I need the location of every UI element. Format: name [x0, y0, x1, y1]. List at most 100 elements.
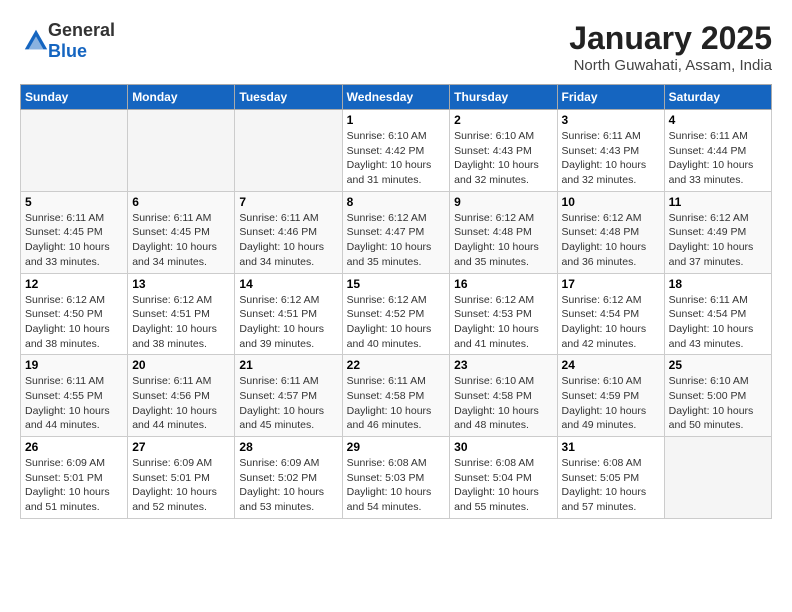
day-number: 13	[132, 277, 230, 291]
weekday-header-wednesday: Wednesday	[342, 85, 450, 110]
calendar-cell: 22 Sunrise: 6:11 AMSunset: 4:58 PMDayligh…	[342, 355, 450, 437]
logo-general: General	[48, 20, 115, 40]
day-number: 11	[669, 195, 767, 209]
calendar-cell: 26 Sunrise: 6:09 AMSunset: 5:01 PMDayligh…	[21, 437, 128, 519]
day-number: 5	[25, 195, 123, 209]
calendar-cell	[128, 110, 235, 192]
calendar-cell: 31 Sunrise: 6:08 AMSunset: 5:05 PMDayligh…	[557, 437, 664, 519]
day-number: 3	[562, 113, 660, 127]
calendar-cell: 11Sunrise: 6:12 AMSunset: 4:49 PMDayligh…	[664, 191, 771, 273]
day-info: Sunrise: 6:12 AMSunset: 4:52 PMDaylight:…	[347, 293, 446, 352]
calendar-cell: 13Sunrise: 6:12 AMSunset: 4:51 PMDayligh…	[128, 273, 235, 355]
day-number: 16	[454, 277, 552, 291]
day-info: Sunrise: 6:12 AMSunset: 4:50 PMDaylight:…	[25, 293, 123, 352]
day-info: Sunrise: 6:09 AMSunset: 5:02 PMDaylight:…	[239, 456, 337, 515]
day-number: 31	[562, 440, 660, 454]
day-number: 10	[562, 195, 660, 209]
calendar-cell: 4 Sunrise: 6:11 AMSunset: 4:44 PMDaylight…	[664, 110, 771, 192]
day-info: Sunrise: 6:10 AMSunset: 4:59 PMDaylight:…	[562, 374, 660, 433]
calendar-cell	[664, 437, 771, 519]
day-info: Sunrise: 6:12 AMSunset: 4:51 PMDaylight:…	[239, 293, 337, 352]
day-number: 22	[347, 358, 446, 372]
day-info: Sunrise: 6:09 AMSunset: 5:01 PMDaylight:…	[132, 456, 230, 515]
day-info: Sunrise: 6:10 AMSunset: 4:43 PMDaylight:…	[454, 129, 552, 188]
day-number: 1	[347, 113, 446, 127]
day-info: Sunrise: 6:10 AMSunset: 4:58 PMDaylight:…	[454, 374, 552, 433]
calendar-cell: 6 Sunrise: 6:11 AMSunset: 4:45 PMDaylight…	[128, 191, 235, 273]
day-info: Sunrise: 6:09 AMSunset: 5:01 PMDaylight:…	[25, 456, 123, 515]
weekday-header-friday: Friday	[557, 85, 664, 110]
calendar-cell: 23 Sunrise: 6:10 AMSunset: 4:58 PMDayligh…	[450, 355, 557, 437]
day-number: 26	[25, 440, 123, 454]
calendar-cell: 30 Sunrise: 6:08 AMSunset: 5:04 PMDayligh…	[450, 437, 557, 519]
day-info: Sunrise: 6:08 AMSunset: 5:04 PMDaylight:…	[454, 456, 552, 515]
day-info: Sunrise: 6:11 AMSunset: 4:45 PMDaylight:…	[132, 211, 230, 270]
day-info: Sunrise: 6:11 AMSunset: 4:55 PMDaylight:…	[25, 374, 123, 433]
day-number: 17	[562, 277, 660, 291]
calendar-week-4: 19Sunrise: 6:11 AMSunset: 4:55 PMDayligh…	[21, 355, 772, 437]
day-number: 21	[239, 358, 337, 372]
weekday-header-thursday: Thursday	[450, 85, 557, 110]
calendar-cell: 12Sunrise: 6:12 AMSunset: 4:50 PMDayligh…	[21, 273, 128, 355]
weekday-header-saturday: Saturday	[664, 85, 771, 110]
weekday-header-monday: Monday	[128, 85, 235, 110]
calendar-cell: 14 Sunrise: 6:12 AMSunset: 4:51 PMDayligh…	[235, 273, 342, 355]
day-number: 8	[347, 195, 446, 209]
location-title: North Guwahati, Assam, India	[569, 57, 772, 74]
day-number: 18	[669, 277, 767, 291]
day-number: 6	[132, 195, 230, 209]
calendar-cell: 27 Sunrise: 6:09 AMSunset: 5:01 PMDayligh…	[128, 437, 235, 519]
month-title: January 2025	[569, 20, 772, 57]
day-info: Sunrise: 6:11 AMSunset: 4:46 PMDaylight:…	[239, 211, 337, 270]
calendar-cell: 5Sunrise: 6:11 AMSunset: 4:45 PMDaylight…	[21, 191, 128, 273]
day-number: 27	[132, 440, 230, 454]
day-number: 25	[669, 358, 767, 372]
calendar-cell: 20 Sunrise: 6:11 AMSunset: 4:56 PMDayligh…	[128, 355, 235, 437]
calendar-week-3: 12Sunrise: 6:12 AMSunset: 4:50 PMDayligh…	[21, 273, 772, 355]
calendar-cell: 1 Sunrise: 6:10 AMSunset: 4:42 PMDaylight…	[342, 110, 450, 192]
day-info: Sunrise: 6:08 AMSunset: 5:03 PMDaylight:…	[347, 456, 446, 515]
day-info: Sunrise: 6:12 AMSunset: 4:47 PMDaylight:…	[347, 211, 446, 270]
logo-icon	[22, 27, 50, 55]
day-info: Sunrise: 6:11 AMSunset: 4:58 PMDaylight:…	[347, 374, 446, 433]
calendar-cell: 24 Sunrise: 6:10 AMSunset: 4:59 PMDayligh…	[557, 355, 664, 437]
day-info: Sunrise: 6:10 AMSunset: 4:42 PMDaylight:…	[347, 129, 446, 188]
day-info: Sunrise: 6:08 AMSunset: 5:05 PMDaylight:…	[562, 456, 660, 515]
calendar-cell: 3 Sunrise: 6:11 AMSunset: 4:43 PMDaylight…	[557, 110, 664, 192]
day-number: 15	[347, 277, 446, 291]
day-number: 4	[669, 113, 767, 127]
day-number: 20	[132, 358, 230, 372]
weekday-header-sunday: Sunday	[21, 85, 128, 110]
calendar-cell: 21Sunrise: 6:11 AMSunset: 4:57 PMDayligh…	[235, 355, 342, 437]
calendar-cell: 7 Sunrise: 6:11 AMSunset: 4:46 PMDaylight…	[235, 191, 342, 273]
day-info: Sunrise: 6:11 AMSunset: 4:54 PMDaylight:…	[669, 293, 767, 352]
day-info: Sunrise: 6:12 AMSunset: 4:48 PMDaylight:…	[562, 211, 660, 270]
day-number: 30	[454, 440, 552, 454]
calendar-cell: 10 Sunrise: 6:12 AMSunset: 4:48 PMDayligh…	[557, 191, 664, 273]
day-number: 23	[454, 358, 552, 372]
day-info: Sunrise: 6:12 AMSunset: 4:48 PMDaylight:…	[454, 211, 552, 270]
day-number: 28	[239, 440, 337, 454]
day-info: Sunrise: 6:11 AMSunset: 4:44 PMDaylight:…	[669, 129, 767, 188]
title-block: January 2025 North Guwahati, Assam, Indi…	[569, 20, 772, 74]
day-number: 29	[347, 440, 446, 454]
calendar-cell: 28 Sunrise: 6:09 AMSunset: 5:02 PMDayligh…	[235, 437, 342, 519]
calendar-cell	[21, 110, 128, 192]
calendar-cell: 8 Sunrise: 6:12 AMSunset: 4:47 PMDaylight…	[342, 191, 450, 273]
day-info: Sunrise: 6:11 AMSunset: 4:56 PMDaylight:…	[132, 374, 230, 433]
calendar-table: SundayMondayTuesdayWednesdayThursdayFrid…	[20, 84, 772, 519]
logo: General Blue	[20, 20, 115, 62]
weekday-header-tuesday: Tuesday	[235, 85, 342, 110]
day-number: 24	[562, 358, 660, 372]
day-number: 9	[454, 195, 552, 209]
calendar-week-2: 5 Sunrise: 6:11 AMSunset: 4:45 PMDaylight…	[21, 191, 772, 273]
day-number: 7	[239, 195, 337, 209]
day-number: 14	[239, 277, 337, 291]
day-number: 2	[454, 113, 552, 127]
day-info: Sunrise: 6:11 AMSunset: 4:43 PMDaylight:…	[562, 129, 660, 188]
day-info: Sunrise: 6:12 AMSunset: 4:54 PMDaylight:…	[562, 293, 660, 352]
calendar-cell: 29 Sunrise: 6:08 AMSunset: 5:03 PMDayligh…	[342, 437, 450, 519]
calendar-cell	[235, 110, 342, 192]
calendar-cell: 18 Sunrise: 6:11 AMSunset: 4:54 PMDayligh…	[664, 273, 771, 355]
calendar-cell: 15 Sunrise: 6:12 AMSunset: 4:52 PMDayligh…	[342, 273, 450, 355]
